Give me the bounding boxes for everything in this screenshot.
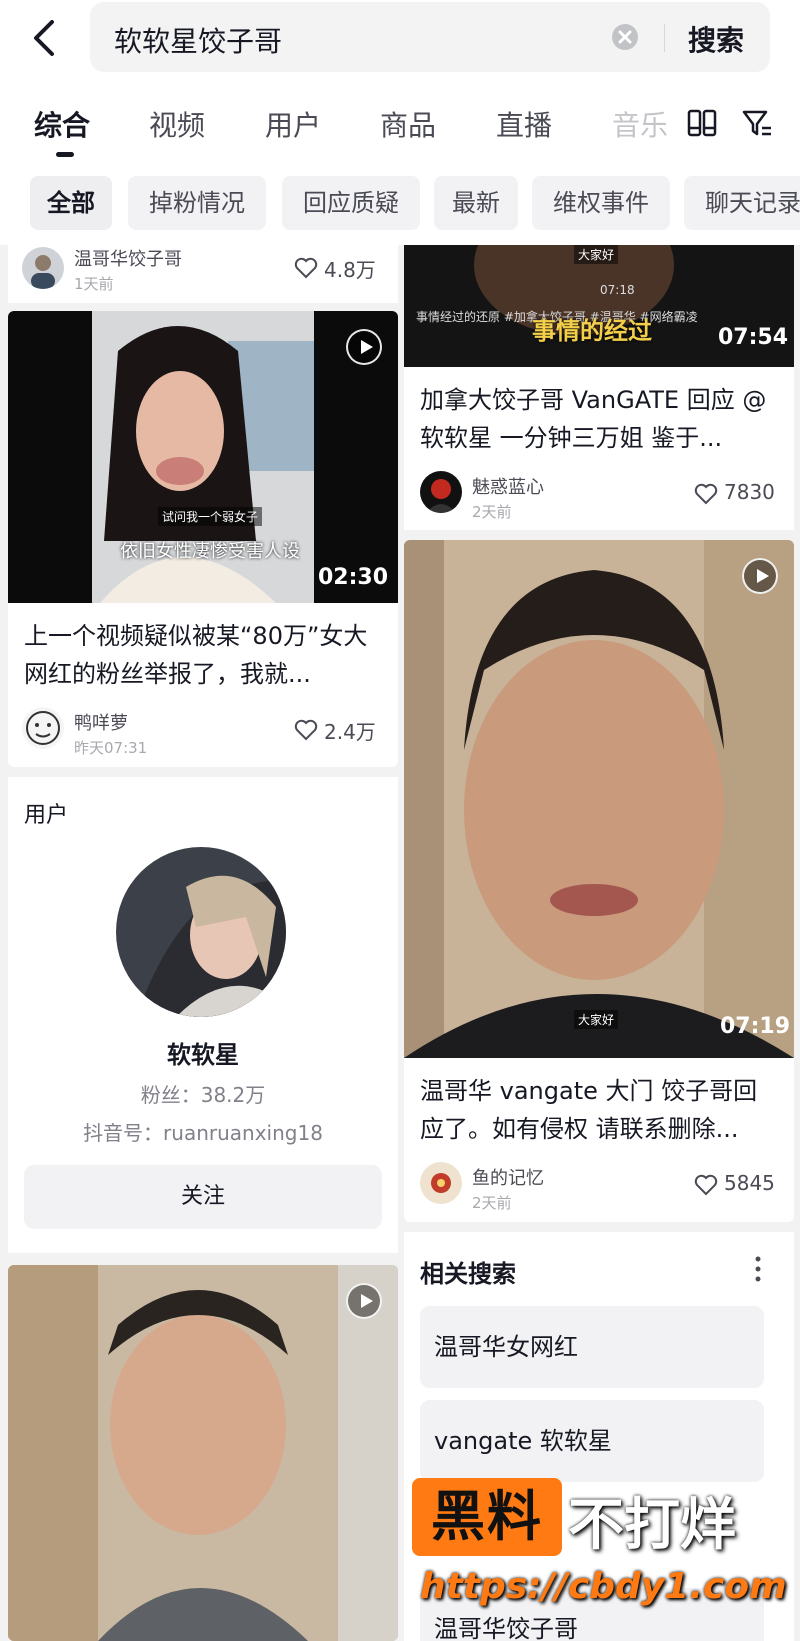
tab-goods[interactable]: 商品	[380, 104, 436, 144]
post-time: 2天前	[472, 503, 512, 521]
heart-icon[interactable]	[694, 483, 718, 505]
video-card[interactable]: 大家好 07:18 事情经过的还原 #加拿大饺子哥 #温哥华 #网络霸凌 事情的…	[404, 245, 794, 530]
video-thumbnail[interactable]: 大家好 07:18 事情经过的还原 #加拿大饺子哥 #温哥华 #网络霸凌 事情的…	[404, 245, 794, 367]
avatar[interactable]	[22, 707, 64, 749]
chip-lost-fans[interactable]: 掉粉情况	[128, 176, 266, 230]
chip-chat-records[interactable]: 聊天记录	[684, 176, 800, 230]
watermark-text: 不打烊	[568, 1493, 736, 1558]
author-name[interactable]: 鸭咩萝	[74, 709, 128, 735]
tab-live[interactable]: 直播	[496, 104, 552, 144]
video-title[interactable]: 上一个视频疑似被某“80万”女大网红的粉丝举报了，我就...	[24, 617, 384, 693]
post-time: 1天前	[74, 275, 114, 293]
follow-button[interactable]: 关注	[24, 1165, 382, 1229]
back-arrow-icon[interactable]	[22, 12, 70, 64]
tab-video[interactable]: 视频	[149, 104, 205, 144]
video-duration: 07:54	[718, 325, 789, 350]
video-thumbnail[interactable]: 试问我一个弱女子 依旧女性凄惨受害人设 02:30	[8, 311, 398, 603]
search-input[interactable]: 软软星饺子哥	[114, 20, 282, 60]
user-avatar[interactable]	[116, 847, 286, 1017]
author-name[interactable]: 温哥华饺子哥	[74, 245, 182, 271]
active-tab-indicator	[56, 152, 74, 157]
heart-icon[interactable]	[694, 1174, 718, 1196]
video-caption: 依旧女性凄惨受害人设	[120, 541, 300, 562]
more-options-icon[interactable]	[754, 1254, 762, 1284]
video-card[interactable]	[8, 1265, 398, 1641]
filter-icon[interactable]	[740, 106, 774, 140]
video-caption: 试问我一个弱女子	[158, 507, 263, 526]
clear-search-icon[interactable]	[612, 24, 638, 50]
fans-count: 粉丝：38.2万	[140, 1083, 266, 1107]
video-overlay-text: 大家好	[574, 1010, 619, 1029]
video-thumbnail[interactable]	[8, 1265, 398, 1641]
avatar[interactable]	[420, 471, 462, 513]
video-duration: 02:30	[318, 565, 389, 590]
video-duration: 07:19	[720, 1014, 791, 1039]
avatar[interactable]	[420, 1162, 462, 1204]
video-overlay-meta: 07:18	[600, 283, 635, 297]
like-count: 4.8万	[324, 258, 376, 282]
tab-user[interactable]: 用户	[265, 104, 321, 144]
chip-response[interactable]: 回应质疑	[282, 176, 420, 230]
chip-latest[interactable]: 最新	[434, 176, 518, 230]
video-caption: 事情的经过	[532, 317, 652, 345]
like-count: 2.4万	[324, 720, 376, 744]
tab-bar: 综合 视频 用户 商品 直播 音乐	[0, 96, 800, 166]
video-card[interactable]: 大家好 07:19 温哥华 vangate 大门 饺子哥回应了。如有侵权 请联系…	[404, 540, 794, 1222]
user-card: 用户 软软星 粉丝：38.2万 抖音号：ruanruanxing18 关注	[8, 777, 398, 1253]
douyin-id: 抖音号：ruanruanxing18	[83, 1121, 323, 1145]
video-title[interactable]: 温哥华 vangate 大门 饺子哥回应了。如有侵权 请联系删除...	[420, 1072, 780, 1148]
video-thumbnail[interactable]: 大家好 07:19	[404, 540, 794, 1058]
tab-music[interactable]: 音乐	[612, 104, 668, 144]
play-icon[interactable]	[346, 329, 382, 365]
video-title[interactable]: 加拿大饺子哥 VanGATE 回应 @软软星 一分钟三万姐 鉴于...	[420, 381, 780, 457]
search-button[interactable]: 搜索	[688, 19, 744, 59]
user-name[interactable]: 软软星	[8, 1035, 398, 1070]
post-time: 昨天07:31	[74, 739, 148, 757]
tab-comprehensive[interactable]: 综合	[34, 104, 90, 144]
post-time: 2天前	[472, 1194, 512, 1212]
chip-rights[interactable]: 维权事件	[532, 176, 670, 230]
heart-icon[interactable]	[294, 719, 318, 741]
section-label: 用户	[24, 803, 69, 828]
video-card[interactable]: 试问我一个弱女子 依旧女性凄惨受害人设 02:30 上一个视频疑似被某“80万”…	[8, 311, 398, 767]
like-count: 5845	[724, 1171, 775, 1195]
related-item[interactable]: 温哥华女网红	[420, 1306, 764, 1388]
play-icon[interactable]	[742, 558, 778, 594]
divider	[664, 24, 665, 52]
heart-icon[interactable]	[294, 257, 318, 279]
play-icon[interactable]	[346, 1283, 382, 1319]
video-overlay-text: 大家好	[574, 245, 619, 264]
header: 软软星饺子哥 搜索 综合 视频 用户 商品 直播 音乐 全部 掉粉情况 回应质疑…	[0, 0, 800, 245]
search-box[interactable]: 软软星饺子哥 搜索	[90, 2, 770, 72]
video-card[interactable]: 温哥华饺子哥 1天前 4.8万	[8, 245, 398, 303]
avatar[interactable]	[22, 247, 64, 289]
author-name[interactable]: 魅惑蓝心	[472, 473, 544, 499]
author-name[interactable]: 鱼的记忆	[472, 1164, 544, 1190]
chip-all[interactable]: 全部	[30, 176, 112, 230]
like-count: 7830	[724, 480, 775, 504]
filter-chips: 全部 掉粉情况 回应质疑 最新 维权事件 聊天记录	[0, 176, 800, 232]
related-item[interactable]: vangate 软软星	[420, 1400, 764, 1482]
watermark-url: https://cbdy1.com	[420, 1566, 787, 1607]
layout-toggle-icon[interactable]	[686, 108, 718, 138]
watermark-logo: 黑料 不打烊 https://cbdy1.com	[412, 1478, 787, 1638]
related-title: 相关搜索	[420, 1260, 516, 1288]
watermark-box: 黑料	[412, 1478, 562, 1556]
